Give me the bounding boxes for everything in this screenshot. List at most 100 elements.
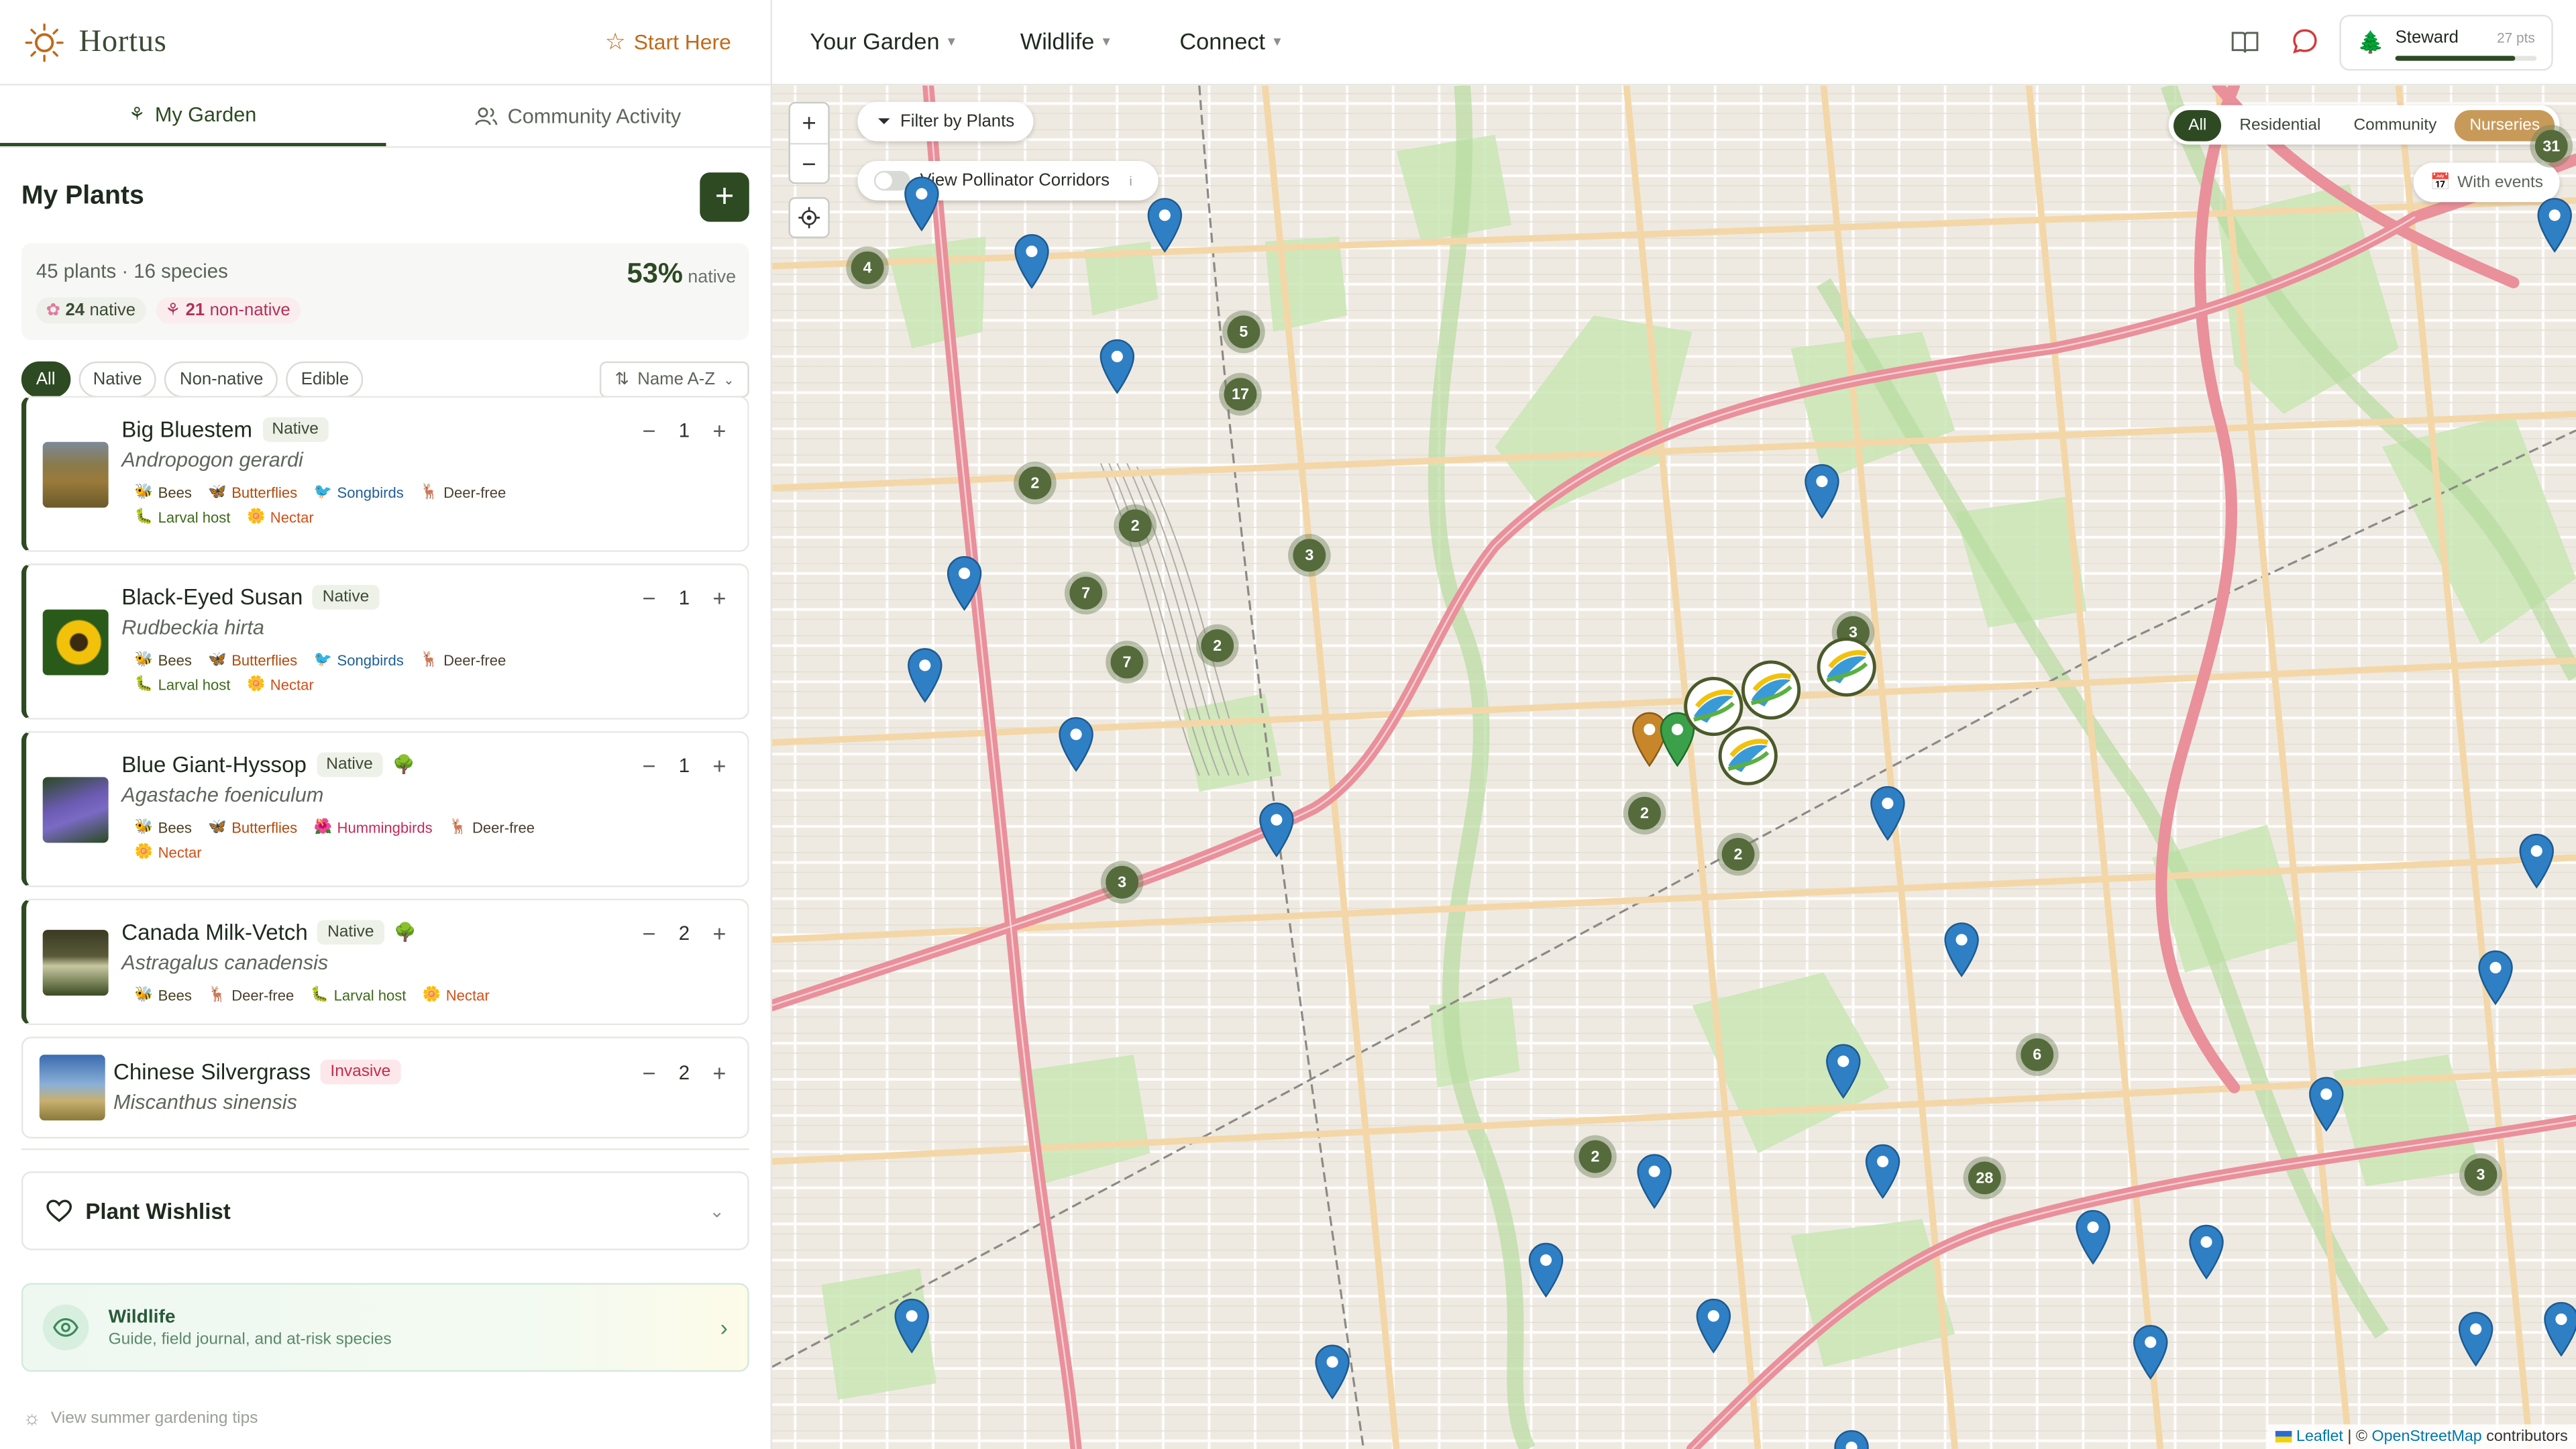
map-cluster[interactable]: 7 bbox=[1106, 641, 1148, 684]
decrease-button[interactable]: − bbox=[642, 417, 655, 443]
map-pin-marker[interactable] bbox=[1058, 716, 1094, 772]
tag-deer-free: 🦌 Deer-free bbox=[420, 651, 506, 669]
map-pin-marker[interactable] bbox=[1528, 1242, 1564, 1298]
zoom-out-button[interactable]: − bbox=[790, 145, 828, 186]
increase-button[interactable]: + bbox=[712, 753, 726, 779]
filter-non-native[interactable]: Non-native bbox=[164, 361, 278, 398]
increase-button[interactable]: + bbox=[712, 417, 726, 443]
increase-button[interactable]: + bbox=[712, 1060, 726, 1086]
tag-label: Larval host bbox=[333, 986, 407, 1004]
map-pin-marker[interactable] bbox=[2458, 1311, 2494, 1367]
map-cluster[interactable]: 5 bbox=[1222, 310, 1265, 354]
map-pin-marker[interactable] bbox=[2477, 950, 2514, 1006]
map-pin-marker[interactable] bbox=[1695, 1298, 1731, 1354]
map-cluster[interactable]: 2 bbox=[1195, 624, 1239, 667]
zoom-in-button[interactable]: + bbox=[790, 103, 828, 145]
locate-button[interactable] bbox=[788, 197, 830, 239]
map-pin-marker[interactable] bbox=[2133, 1324, 2169, 1380]
map-pin-marker[interactable] bbox=[2543, 1301, 2576, 1357]
nursery-marker[interactable] bbox=[1741, 660, 1801, 720]
map-cluster[interactable]: 2 bbox=[1717, 833, 1760, 876]
map-cluster[interactable]: 3 bbox=[2459, 1153, 2502, 1196]
map-cluster[interactable]: 7 bbox=[1064, 572, 1108, 614]
filter-edible[interactable]: Edible bbox=[286, 361, 364, 398]
nursery-marker[interactable] bbox=[1718, 726, 1778, 786]
nursery-marker[interactable] bbox=[1684, 676, 1743, 737]
sort-select[interactable]: ⇅ Name A-Z ⌄ bbox=[600, 361, 749, 398]
map-pin-marker[interactable] bbox=[1314, 1344, 1350, 1400]
invasive-badge: Invasive bbox=[320, 1059, 400, 1085]
brand[interactable]: Hortus bbox=[23, 21, 166, 64]
summer-tips-link[interactable]: ☼ View summer gardening tips bbox=[23, 1406, 258, 1429]
map-pin-marker[interactable] bbox=[1636, 1153, 1672, 1210]
map-cluster[interactable]: 6 bbox=[2015, 1033, 2059, 1077]
map-pin-marker[interactable] bbox=[2075, 1209, 2111, 1265]
map-cluster[interactable]: 3 bbox=[1288, 533, 1331, 577]
decrease-button[interactable]: − bbox=[642, 753, 655, 779]
map-pin-marker[interactable] bbox=[1146, 197, 1183, 253]
decrease-button[interactable]: − bbox=[642, 1060, 655, 1086]
plant-card[interactable]: Big Bluestem Native Andropogon gerardi 🐝… bbox=[21, 396, 749, 552]
plant-card[interactable]: Chinese Silvergrass Invasive Miscanthus … bbox=[21, 1036, 749, 1139]
map-pin-marker[interactable] bbox=[904, 176, 940, 231]
plant-card[interactable]: Black-Eyed Susan Native Rudbeckia hirta … bbox=[21, 564, 749, 720]
tab-my-garden[interactable]: ⚘ My Garden bbox=[0, 85, 386, 146]
filter-all[interactable]: All bbox=[21, 361, 70, 398]
map-cluster[interactable]: 2 bbox=[1623, 792, 1666, 835]
map-pin-marker[interactable] bbox=[1014, 233, 1050, 289]
map-pin-marker[interactable] bbox=[2536, 197, 2573, 253]
map-cluster[interactable]: 2 bbox=[1014, 462, 1057, 504]
nav-wildlife[interactable]: Wildlife ▾ bbox=[1020, 28, 1110, 54]
nav-connect[interactable]: Connect ▾ bbox=[1179, 28, 1281, 54]
map-pin-marker[interactable] bbox=[1258, 802, 1295, 858]
increase-button[interactable]: + bbox=[712, 920, 726, 946]
increase-button[interactable]: + bbox=[712, 585, 726, 611]
osm-link[interactable]: OpenStreetMap bbox=[2371, 1428, 2481, 1446]
with-events-toggle[interactable]: 📅 With events bbox=[2414, 162, 2560, 203]
plant-card[interactable]: Canada Milk-Vetch Native 🌳 Astragalus ca… bbox=[21, 898, 749, 1026]
caterpillar-icon: 🐛 bbox=[134, 675, 154, 692]
chat-icon[interactable] bbox=[2292, 28, 2318, 54]
decrease-button[interactable]: − bbox=[642, 585, 655, 611]
map-pin-marker[interactable] bbox=[894, 1298, 930, 1354]
decrease-button[interactable]: − bbox=[642, 920, 655, 946]
map[interactable]: + − ⏷ Filter by Plants View Pollinator C… bbox=[772, 85, 2576, 1449]
leaflet-link[interactable]: Leaflet bbox=[2296, 1428, 2343, 1446]
map-pin-marker[interactable] bbox=[2308, 1076, 2345, 1132]
book-icon[interactable] bbox=[2231, 30, 2259, 54]
map-cluster[interactable]: 3 bbox=[1100, 861, 1144, 904]
plant-wishlist[interactable]: Plant Wishlist ⌄ bbox=[21, 1171, 749, 1250]
map-cluster[interactable]: 4 bbox=[846, 246, 889, 290]
map-cluster[interactable]: 31 bbox=[2530, 125, 2573, 168]
add-plant-button[interactable]: + bbox=[700, 172, 749, 222]
map-pin-marker[interactable] bbox=[2188, 1224, 2224, 1280]
segment-community[interactable]: Community bbox=[2339, 109, 2451, 141]
map-cluster[interactable]: 17 bbox=[1219, 372, 1262, 416]
map-pin-marker[interactable] bbox=[1804, 464, 1840, 519]
start-here-button[interactable]: ☆ Start Here bbox=[605, 28, 731, 56]
map-pin-marker[interactable] bbox=[907, 647, 943, 703]
map-pin-marker[interactable] bbox=[1870, 786, 1906, 841]
map-pin-marker[interactable] bbox=[1825, 1043, 1862, 1099]
segment-residential[interactable]: Residential bbox=[2224, 109, 2335, 141]
map-pin-marker[interactable] bbox=[1943, 922, 1980, 977]
pollinator-corridors-toggle[interactable]: View Pollinator Corridors i bbox=[857, 161, 1159, 201]
filter-by-plants-button[interactable]: ⏷ Filter by Plants bbox=[857, 101, 1034, 142]
filter-native[interactable]: Native bbox=[78, 361, 157, 398]
wildlife-card[interactable]: Wildlife Guide, field journal, and at-ri… bbox=[21, 1283, 749, 1372]
nursery-marker[interactable] bbox=[1817, 637, 1876, 697]
map-cluster[interactable]: 2 bbox=[1114, 504, 1157, 547]
segment-all[interactable]: All bbox=[2174, 109, 2222, 141]
nav-your-garden[interactable]: Your Garden ▾ bbox=[810, 28, 955, 54]
map-pin-marker[interactable] bbox=[1833, 1430, 1870, 1449]
map-cluster[interactable]: 28 bbox=[1963, 1157, 2006, 1199]
tab-community-activity[interactable]: Community Activity bbox=[385, 85, 770, 146]
map-cluster[interactable]: 2 bbox=[1574, 1135, 1617, 1178]
steward-level[interactable]: 🌲 Steward 27 pts bbox=[2339, 15, 2553, 71]
plant-card[interactable]: Blue Giant-Hyssop Native 🌳 Agastache foe… bbox=[21, 731, 749, 888]
tag-nectar: 🌼 Nectar bbox=[247, 676, 314, 694]
map-pin-marker[interactable] bbox=[1099, 338, 1135, 394]
map-pin-marker[interactable] bbox=[947, 555, 983, 611]
map-pin-marker[interactable] bbox=[1865, 1144, 1901, 1199]
map-pin-marker[interactable] bbox=[2518, 833, 2555, 889]
